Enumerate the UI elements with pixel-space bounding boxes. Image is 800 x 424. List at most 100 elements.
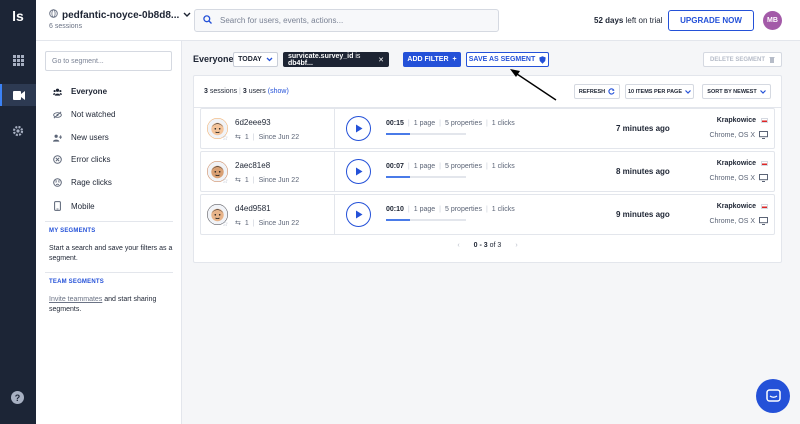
play-session-button[interactable] xyxy=(346,116,371,141)
filter-chip[interactable]: survicate.survey_id is db4bf... ✕ xyxy=(283,52,389,67)
my-segments-title: MY SEGMENTS xyxy=(49,228,96,234)
segment-search-input[interactable]: Go to segment... xyxy=(45,51,172,71)
show-users-link[interactable]: (show) xyxy=(268,88,289,95)
global-search[interactable] xyxy=(194,9,499,32)
session-user-id[interactable]: d4ed9581 xyxy=(235,204,271,213)
play-session-button[interactable] xyxy=(346,159,371,184)
session-properties: 5 properties xyxy=(444,163,482,170)
help-icon[interactable]: ? xyxy=(11,391,24,404)
sort-label: SORT BY NEWEST xyxy=(707,88,757,95)
segments-sidebar: Go to segment... Everyone Not watched Ne… xyxy=(36,41,182,424)
settings-gear-icon[interactable] xyxy=(0,120,36,142)
play-session-button[interactable] xyxy=(346,202,371,227)
session-user-meta: ⇆ 1 | Since Jun 22 xyxy=(235,176,300,185)
project-switcher[interactable]: pedfantic-noyce-0b8d8... 6 sessions xyxy=(49,9,191,30)
chevron-down-icon xyxy=(266,57,273,62)
close-icon[interactable]: ✕ xyxy=(378,56,384,64)
session-user-meta: ⇆ 1 | Since Jun 22 xyxy=(235,219,300,228)
add-filter-label: ADD FILTER xyxy=(407,56,449,63)
session-location: Krapkowice xyxy=(717,117,768,124)
star-icon[interactable]: ☆ xyxy=(222,134,228,142)
invite-teammates-link[interactable]: Invite teammates xyxy=(49,296,102,303)
add-filter-button[interactable]: ADD FILTER + xyxy=(403,52,461,67)
visits-count: 1 xyxy=(244,219,249,227)
session-pages: 1 page xyxy=(413,206,436,213)
upgrade-now-button[interactable]: UPGRADE NOW xyxy=(668,10,754,31)
plus-icon: + xyxy=(452,56,457,63)
rage-icon xyxy=(53,178,62,187)
star-icon[interactable]: ☆ xyxy=(222,220,228,228)
sidebar-item-everyone[interactable]: Everyone xyxy=(53,87,107,96)
divider xyxy=(334,195,335,234)
session-row[interactable]: ☆ 2aec81e8 ⇆ 1 | Since Jun 22 00:07 | 1 … xyxy=(200,151,775,192)
sessions-word: sessions xyxy=(209,88,238,95)
sidebar-item-mobile[interactable]: Mobile xyxy=(53,201,95,211)
sidebar-item-rage-clicks[interactable]: Rage clicks xyxy=(53,178,112,187)
sidebar-item-label: Everyone xyxy=(71,87,108,96)
sidebar-item-error-clicks[interactable]: Error clicks xyxy=(53,155,111,164)
star-icon[interactable]: ☆ xyxy=(222,177,228,185)
pagination-summary: 0 - 3 of 3 xyxy=(474,242,502,249)
sidebar-item-not-watched[interactable]: Not watched xyxy=(53,110,115,119)
filter-chip-key: survicate.survey_id xyxy=(288,52,354,60)
filter-chip-op: is xyxy=(355,52,361,60)
divider xyxy=(334,109,335,148)
segment-title: Everyone xyxy=(193,54,234,64)
session-row[interactable]: ☆ 6d2eee93 ⇆ 1 | Since Jun 22 00:15 | 1 … xyxy=(200,108,775,149)
chat-icon xyxy=(765,389,781,402)
project-globe-icon xyxy=(49,9,58,21)
trash-icon xyxy=(769,57,775,63)
dashboard-grid-icon[interactable] xyxy=(0,49,36,71)
session-location: Krapkowice xyxy=(717,203,768,210)
session-duration: 00:15 xyxy=(386,120,404,127)
user-avatar[interactable]: MB xyxy=(763,11,782,30)
session-time-ago: 9 minutes ago xyxy=(616,210,670,219)
search-icon xyxy=(203,15,212,26)
page-total: of 3 xyxy=(489,242,502,249)
delete-segment-label: DELETE SEGMENT xyxy=(709,56,765,63)
session-duration: 00:10 xyxy=(386,206,404,213)
app-rail: ls ? xyxy=(0,0,36,424)
filter-chip-value: db4bf... xyxy=(288,59,313,67)
session-user-id[interactable]: 2aec81e8 xyxy=(235,161,270,170)
livesession-logo[interactable]: ls xyxy=(0,8,36,24)
sort-select[interactable]: SORT BY NEWEST xyxy=(702,84,771,99)
search-input[interactable] xyxy=(220,16,480,25)
play-icon xyxy=(355,124,362,133)
session-location: Krapkowice xyxy=(717,160,768,167)
save-as-segment-label: SAVE AS SEGMENT xyxy=(468,56,536,63)
play-icon xyxy=(355,167,362,176)
date-range-select[interactable]: TODAY xyxy=(233,52,278,67)
project-name: pedfantic-noyce-0b8d8... xyxy=(62,9,180,21)
session-city: Krapkowice xyxy=(716,117,756,124)
sessions-video-icon[interactable] xyxy=(0,84,36,106)
next-page-icon[interactable]: › xyxy=(515,242,517,249)
team-segments-title: TEAM SEGMENTS xyxy=(49,279,104,285)
session-browser-os: Chrome, OS X xyxy=(709,217,755,225)
refresh-button[interactable]: REFRESH xyxy=(574,84,620,99)
delete-segment-button[interactable]: DELETE SEGMENT xyxy=(703,52,782,67)
trial-status: 52 days left on trial xyxy=(594,16,663,25)
top-bar: pedfantic-noyce-0b8d8... 6 sessions 52 d… xyxy=(36,0,800,41)
sidebar-item-new-users[interactable]: New users xyxy=(53,133,109,142)
session-time-ago: 7 minutes ago xyxy=(616,124,670,133)
sidebar-item-label: Not watched xyxy=(71,110,116,119)
sidebar-item-label: Mobile xyxy=(71,201,95,211)
desktop-icon xyxy=(759,131,768,139)
chevron-down-icon xyxy=(759,89,766,94)
session-row[interactable]: ☆ d4ed9581 ⇆ 1 | Since Jun 22 00:10 | 1 … xyxy=(200,194,775,235)
divider xyxy=(45,221,173,222)
session-stats: 00:07 | 1 page | 5 properties | 1 clicks xyxy=(386,163,515,170)
shield-icon xyxy=(539,55,546,64)
user-since: Since Jun 22 xyxy=(258,219,300,227)
session-progress-bar xyxy=(386,133,466,135)
session-user-meta: ⇆ 1 | Since Jun 22 xyxy=(235,133,300,142)
session-clicks: 1 clicks xyxy=(491,120,515,127)
save-as-segment-button[interactable]: SAVE AS SEGMENT xyxy=(466,52,549,67)
users-count: 3 xyxy=(242,88,247,95)
items-per-page-select[interactable]: 10 ITEMS PER PAGE xyxy=(625,84,694,99)
prev-page-icon[interactable]: ‹ xyxy=(457,242,459,249)
session-user-id[interactable]: 6d2eee93 xyxy=(235,118,271,127)
refresh-icon xyxy=(608,88,615,95)
chat-launcher-button[interactable] xyxy=(756,379,790,413)
